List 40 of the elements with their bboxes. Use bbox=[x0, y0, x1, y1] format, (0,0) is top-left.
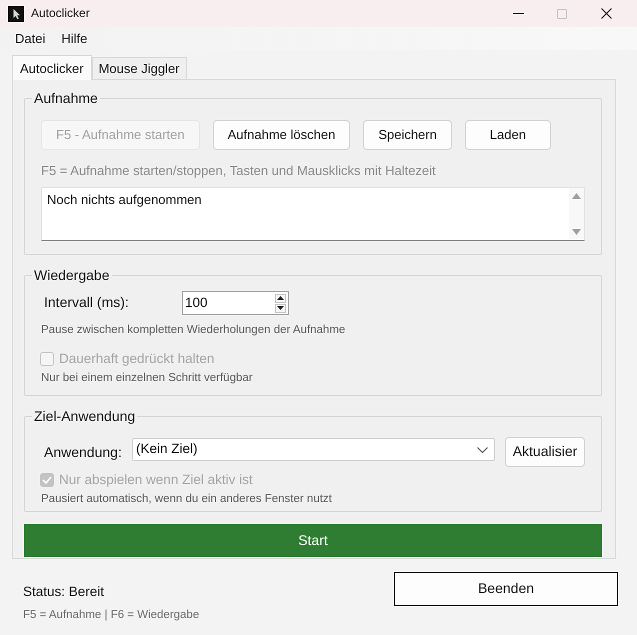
quit-button[interactable]: Beenden bbox=[394, 572, 618, 606]
hint-text: F5 = Aufnahme starten/stoppen, Tasten und Mausklicks mit Haltezeit bbox=[41, 163, 437, 179]
scrollbar[interactable] bbox=[569, 188, 584, 240]
group-title: Aufnahme bbox=[33, 90, 99, 107]
scroll-up-icon bbox=[572, 193, 581, 199]
hint-text: Nur bei einem einzelnen Schritt verfügbar bbox=[41, 371, 254, 386]
app-icon bbox=[8, 6, 24, 22]
chevron-down-icon bbox=[477, 446, 488, 452]
refresh-button[interactable]: Aktualisier bbox=[505, 437, 585, 467]
action-button[interactable]: Aufnahme löschen bbox=[212, 120, 350, 150]
application-dropdown[interactable]: (Kein Ziel) bbox=[132, 438, 495, 461]
minimize-icon bbox=[512, 13, 524, 14]
maximize-icon bbox=[557, 8, 567, 18]
checkmark-icon bbox=[42, 476, 52, 484]
action-button[interactable]: Speichern bbox=[363, 120, 452, 150]
interval-spinbox[interactable]: 100 bbox=[182, 291, 289, 315]
menu-item[interactable]: Hilfe bbox=[53, 27, 96, 50]
log-field[interactable]: Noch nichts aufgenommen bbox=[41, 187, 585, 241]
checkbox-label: Nur abspielen wenn Ziel aktiv ist bbox=[59, 472, 253, 488]
field-label: Anwendung: bbox=[44, 443, 123, 462]
field-label: Intervall (ms): bbox=[44, 294, 130, 312]
hint-text: Pause zwischen kompletten Wiederholungen der Aufnahme bbox=[41, 323, 346, 338]
start-button[interactable]: Start bbox=[24, 524, 602, 557]
window-title: Autoclicker bbox=[31, 6, 90, 21]
caret-up-icon bbox=[277, 296, 284, 300]
group-title: Ziel-Anwendung bbox=[33, 408, 136, 425]
group-title: Wiedergabe bbox=[33, 267, 110, 284]
action-button[interactable]: Laden bbox=[464, 120, 551, 150]
menu-item[interactable]: Datei bbox=[7, 27, 54, 50]
spin-up-button[interactable] bbox=[275, 294, 286, 302]
caret-down-icon bbox=[277, 306, 284, 310]
hint-text: Pausiert automatisch, wenn du ein anderes Fenster nutzt bbox=[41, 492, 333, 507]
status-text: Status: Bereit bbox=[23, 583, 106, 600]
tab[interactable]: Mouse Jiggler bbox=[92, 57, 187, 79]
tab[interactable]: Autoclicker bbox=[12, 55, 92, 80]
checkbox-label: Dauerhaft gedrückt halten bbox=[59, 350, 214, 368]
scroll-down-icon bbox=[572, 229, 581, 235]
spin-down-button[interactable] bbox=[275, 304, 286, 312]
close-icon bbox=[600, 8, 612, 19]
shortcut-hint: F5 = Aufnahme | F6 = Wiedergabe bbox=[23, 608, 200, 623]
